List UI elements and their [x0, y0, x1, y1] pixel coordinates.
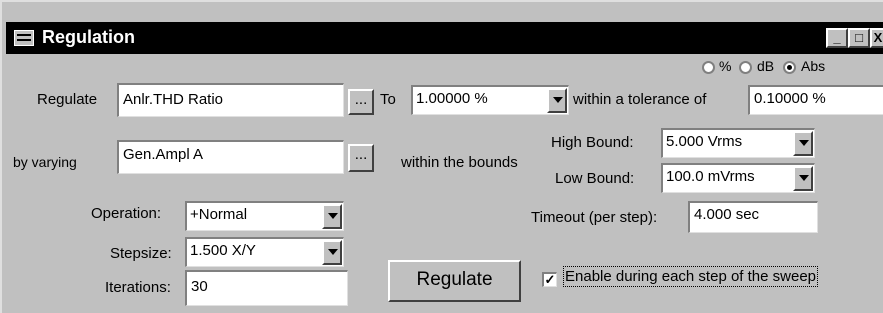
chevron-down-icon[interactable]	[322, 204, 342, 229]
regulate-reading-field[interactable]: Anlr.THD Ratio	[117, 83, 344, 117]
by-varying-label: by varying	[13, 154, 77, 170]
operation-label: Operation:	[91, 205, 162, 222]
title-bar[interactable]: Regulation _ □ X	[6, 22, 883, 54]
high-bound-value: 5.000 Vrms	[666, 133, 743, 150]
unit-percent-label: %	[719, 58, 732, 74]
operation-value: +Normal	[190, 206, 248, 223]
target-value-combo[interactable]: 1.00000 %	[411, 85, 569, 115]
stepsize-value: 1.500 X/Y	[190, 242, 256, 259]
varying-source-field[interactable]: Gen.Ampl A	[117, 140, 344, 174]
regulation-window: Regulation _ □ X % dB Abs Regulate Anlr.…	[0, 0, 883, 313]
minimize-button[interactable]: _	[826, 28, 848, 48]
timeout-label: Timeout (per step):	[531, 209, 658, 226]
iterations-field[interactable]: 30	[185, 270, 348, 306]
low-bound-label: Low Bound:	[555, 170, 635, 187]
window-title: Regulation	[42, 27, 135, 47]
close-button[interactable]: X	[870, 28, 883, 48]
unit-percent-radio[interactable]	[702, 61, 715, 74]
regulate-label: Regulate	[37, 91, 98, 108]
low-bound-combo[interactable]: 100.0 mVrms	[661, 163, 815, 193]
to-label: To	[380, 91, 396, 108]
high-bound-label: High Bound:	[551, 134, 634, 151]
stepsize-combo[interactable]: 1.500 X/Y	[185, 237, 344, 267]
unit-abs-radio[interactable]	[783, 61, 796, 74]
window-menu-icon[interactable]	[14, 30, 34, 46]
iterations-label: Iterations:	[105, 279, 171, 296]
target-value: 1.00000 %	[416, 90, 488, 107]
high-bound-combo[interactable]: 5.000 Vrms	[661, 128, 815, 158]
unit-db-label: dB	[757, 58, 775, 74]
sweep-checkbox[interactable]: ✓	[542, 272, 557, 287]
bounds-label: within the bounds	[401, 154, 518, 171]
varying-browse-button[interactable]: ...	[348, 144, 374, 172]
chevron-down-icon[interactable]	[322, 240, 342, 265]
sweep-checkbox-label[interactable]: Enable during each step of the sweep	[562, 266, 819, 287]
stepsize-label: Stepsize:	[110, 245, 172, 262]
low-bound-value: 100.0 mVrms	[666, 168, 755, 185]
operation-combo[interactable]: +Normal	[185, 201, 344, 231]
regulate-button[interactable]: Regulate	[388, 260, 521, 302]
tolerance-label: within a tolerance of	[573, 91, 707, 108]
regulate-browse-button[interactable]: ...	[348, 89, 374, 115]
timeout-field[interactable]: 4.000 sec	[688, 201, 818, 233]
unit-abs-label: Abs	[801, 58, 826, 74]
tolerance-field[interactable]: 0.10000 %	[748, 85, 883, 115]
chevron-down-icon[interactable]	[793, 166, 813, 191]
maximize-button[interactable]: □	[848, 28, 870, 48]
chevron-down-icon[interactable]	[547, 88, 567, 113]
unit-db-radio[interactable]	[739, 61, 752, 74]
chevron-down-icon[interactable]	[793, 131, 813, 156]
